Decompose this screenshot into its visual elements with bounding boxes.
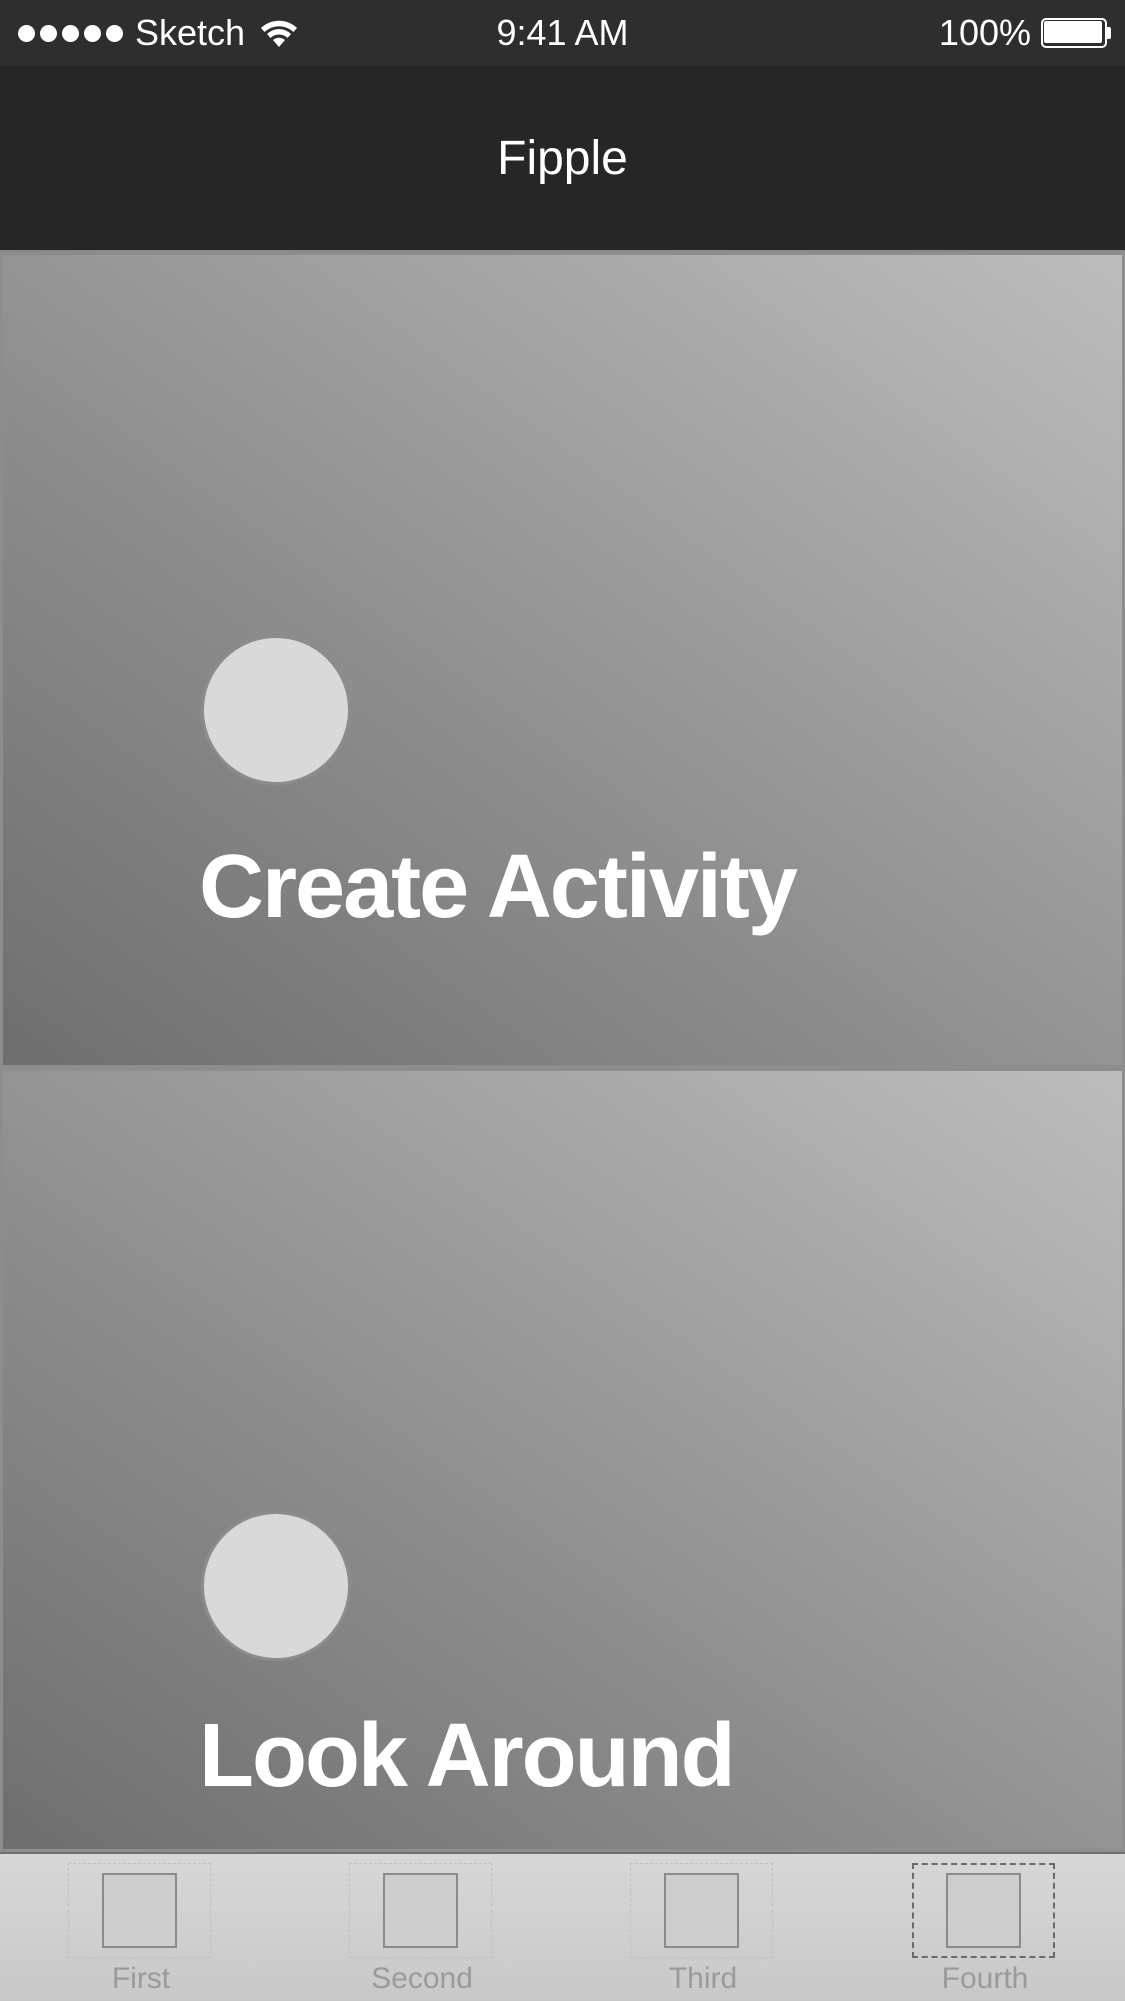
status-right: 100%	[939, 12, 1111, 54]
tab-fourth[interactable]: Fourth	[844, 1854, 1125, 2001]
look-around-avatar-icon	[201, 1511, 351, 1661]
square-icon	[664, 1873, 739, 1948]
navigation-bar: Fipple	[0, 66, 1125, 252]
battery-tip	[1107, 27, 1111, 39]
tab-second[interactable]: Second	[281, 1854, 563, 2001]
create-activity-card[interactable]: Create Activity	[0, 252, 1125, 1068]
battery-icon	[1041, 18, 1111, 48]
square-icon	[946, 1873, 1021, 1948]
tab-label: Second	[371, 1962, 473, 1995]
create-activity-label: Create Activity	[199, 837, 798, 937]
battery-fill	[1044, 21, 1102, 43]
tab-label: Third	[668, 1962, 738, 1995]
tab-third[interactable]: Third	[562, 1854, 844, 2001]
tab-label: First	[111, 1962, 171, 1995]
status-bar: Sketch 9:41 AM 100%	[0, 0, 1125, 66]
square-icon	[383, 1873, 458, 1948]
battery-percentage: 100%	[938, 12, 1031, 53]
create-activity-avatar-icon	[201, 635, 351, 785]
look-around-card[interactable]: Look Around	[0, 1068, 1125, 1852]
tab-label: Fourth	[941, 1962, 1029, 1995]
tab-first[interactable]: First	[0, 1854, 282, 2001]
square-icon	[102, 1873, 177, 1948]
look-around-label: Look Around	[199, 1706, 736, 1806]
tab-bar: First Second Third Fourth	[0, 1852, 1125, 2001]
page-title: Fipple	[497, 132, 628, 185]
